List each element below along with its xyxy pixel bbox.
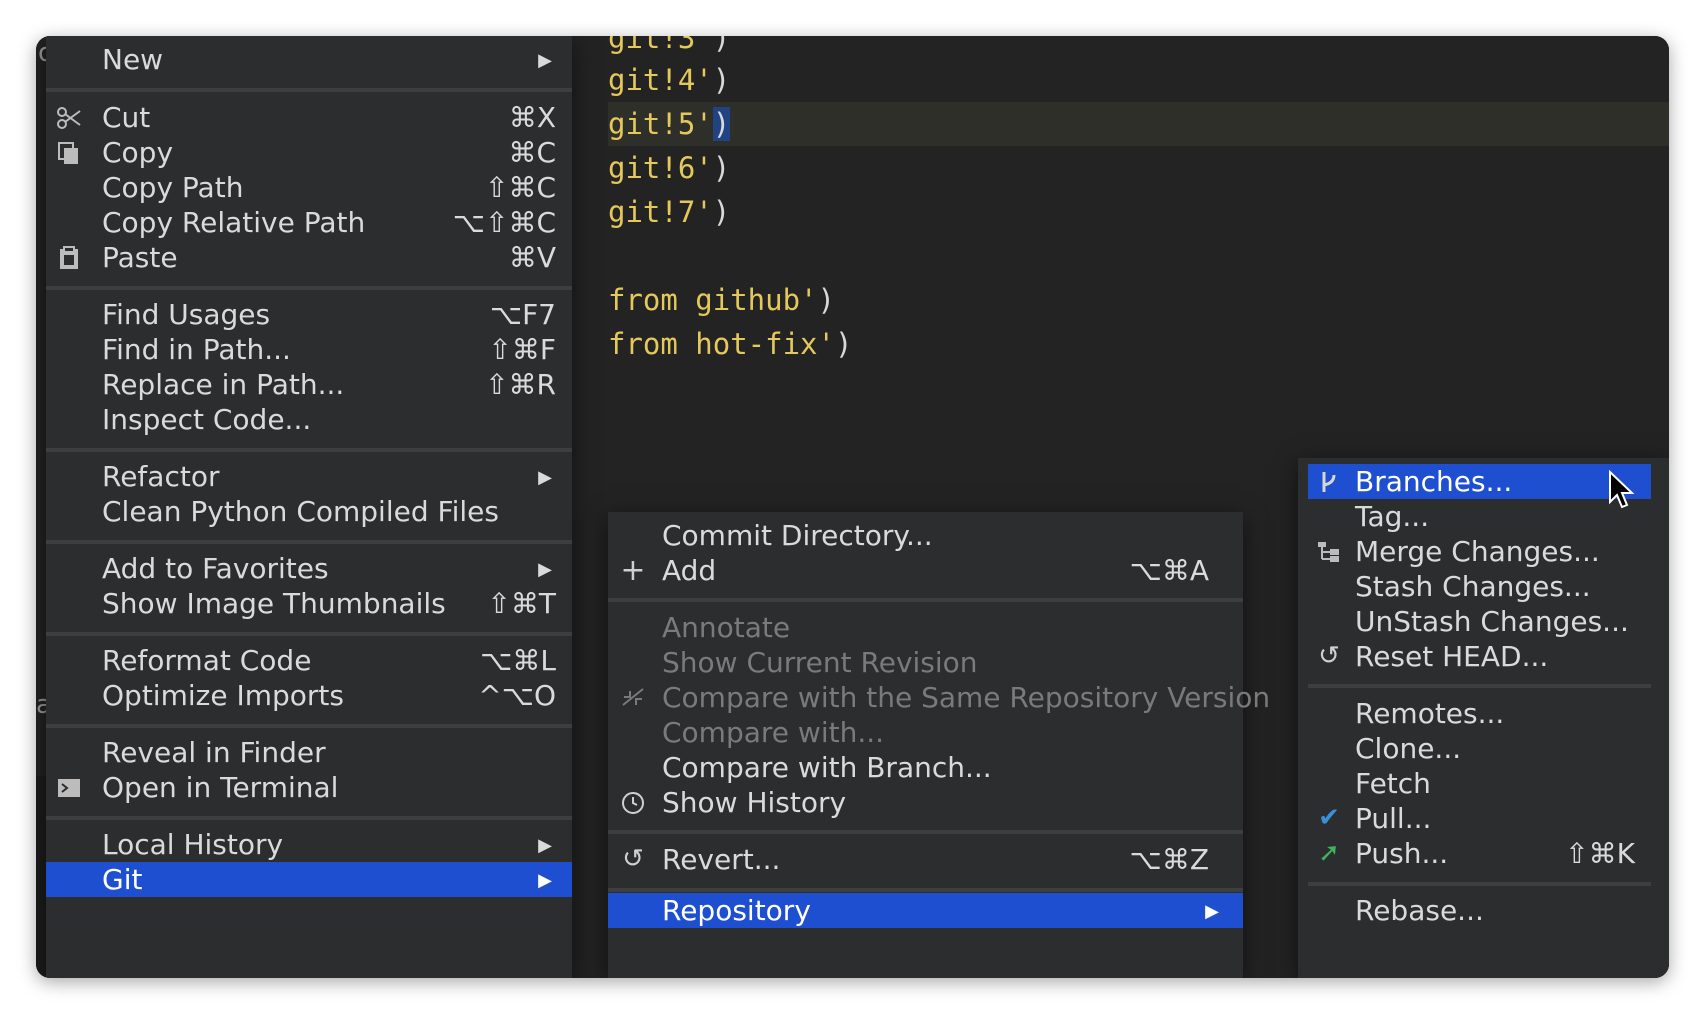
menu-item-remotes[interactable]: Remotes... — [1308, 696, 1651, 731]
code-line[interactable]: git!5') — [608, 102, 731, 146]
menu-separator — [46, 286, 572, 290]
pull-icon: ✔ — [1318, 803, 1340, 833]
menu-item-pull[interactable]: ✔ Pull... — [1308, 801, 1651, 836]
branch-icon — [1316, 464, 1342, 499]
menu-item-rebase[interactable]: Rebase... — [1308, 893, 1651, 928]
push-icon: ➚ — [1318, 838, 1340, 868]
menu-separator — [46, 816, 572, 820]
menu-item-show-current-revision: Show Current Revision — [662, 646, 978, 679]
selected-paren: ) — [712, 107, 731, 141]
menu-item-copy-relative-path[interactable]: Copy Relative Path ⌥⇧⌘C — [46, 205, 572, 240]
scissors-icon — [56, 100, 82, 135]
menu-item-local-history[interactable]: Local History ▶ — [46, 827, 572, 862]
menu-separator — [46, 540, 572, 544]
menu-item-cut[interactable]: Cut ⌘X — [46, 100, 572, 135]
menu-separator — [46, 88, 572, 92]
menu-item-git[interactable]: Git ▶ — [46, 862, 572, 897]
menu-item-copy-path[interactable]: Copy Path ⇧⌘C — [46, 170, 572, 205]
code-line[interactable]: git!3') — [608, 36, 730, 60]
compare-icon — [620, 680, 646, 715]
git-submenu: Commit Directory... + Add ⌥⌘A Annotate Sh… — [608, 512, 1270, 978]
menu-item-reveal-in-finder[interactable]: Reveal in Finder — [46, 735, 572, 770]
submenu-arrow-icon: ▶ — [538, 835, 552, 856]
menu-item-tag[interactable]: Tag... — [1308, 499, 1651, 534]
terminal-icon — [56, 770, 82, 805]
menu-item-unstash-changes[interactable]: UnStash Changes... — [1308, 604, 1651, 639]
menu-separator — [46, 448, 572, 452]
menu-item-reset-head[interactable]: ↺ Reset HEAD... — [1308, 639, 1651, 674]
menu-separator — [46, 632, 572, 636]
submenu-arrow-icon: ▶ — [1205, 901, 1219, 922]
code-line[interactable]: from github') — [608, 278, 835, 322]
repository-submenu: Branches... Tag... Merge Changes... Stas… — [1298, 458, 1669, 978]
menu-item-annotate: Annotate — [662, 611, 791, 644]
menu-item-repository[interactable]: Repository ▶ — [608, 893, 1243, 928]
current-line-highlight — [608, 102, 1669, 146]
clock-icon — [620, 785, 646, 820]
menu-item-push[interactable]: ➚ Push... ⇧⌘K — [1308, 836, 1651, 871]
menu-separator — [608, 888, 1243, 892]
merge-icon — [1316, 534, 1342, 569]
menu-separator — [608, 598, 1243, 602]
menu-separator — [1308, 684, 1651, 688]
menu-item-open-in-terminal[interactable]: Open in Terminal — [46, 770, 572, 805]
menu-item-merge-changes[interactable]: Merge Changes... — [1308, 534, 1651, 569]
menu-item-branches[interactable]: Branches... — [1308, 464, 1651, 499]
menu-item-compare-same-repo: Compare with the Same Repository Version — [608, 680, 1270, 715]
menu-item-show-image-thumbnails[interactable]: Show Image Thumbnails ⇧⌘T — [46, 586, 572, 621]
menu-item-compare-with: Compare with... — [662, 716, 885, 749]
ide-window: ol a git!3') git!4') git!5') git!6') git… — [36, 36, 1669, 978]
menu-item-stash-changes[interactable]: Stash Changes... — [1308, 569, 1651, 604]
code-line[interactable]: from hot-fix') — [608, 322, 852, 366]
clipboard-icon — [56, 240, 82, 275]
menu-item-commit-directory[interactable]: Commit Directory... — [608, 518, 1243, 553]
menu-item-show-history[interactable]: Show History — [608, 785, 1243, 820]
menu-separator — [1308, 882, 1651, 886]
project-context-menu: New ▶ Cut ⌘X Copy ⌘C Copy Path ⇧⌘C Copy Rela… — [46, 36, 572, 978]
mouse-pointer-icon — [1609, 470, 1635, 509]
menu-item-find-in-path[interactable]: Find in Path... ⇧⌘F — [46, 332, 572, 367]
menu-item-reformat-code[interactable]: Reformat Code ⌥⌘L — [46, 643, 572, 678]
menu-separator — [46, 724, 572, 728]
menu-item-add[interactable]: + Add ⌥⌘A — [608, 553, 1243, 588]
submenu-arrow-icon: ▶ — [538, 559, 552, 580]
submenu-arrow-icon: ▶ — [538, 467, 552, 488]
code-line[interactable]: git!4') — [608, 58, 730, 102]
menu-item-fetch[interactable]: Fetch — [1308, 766, 1651, 801]
menu-item-revert[interactable]: ↺ Revert... ⌥⌘Z — [608, 842, 1243, 877]
menu-item-paste[interactable]: Paste ⌘V — [46, 240, 572, 275]
menu-separator — [608, 830, 1243, 834]
menu-item-copy[interactable]: Copy ⌘C — [46, 135, 572, 170]
menu-item-refactor[interactable]: Refactor ▶ — [46, 459, 572, 494]
revert-icon: ↺ — [622, 844, 644, 874]
menu-item-inspect-code[interactable]: Inspect Code... — [46, 402, 572, 437]
copy-icon — [56, 135, 82, 170]
reset-icon: ↺ — [1318, 641, 1340, 671]
menu-item-compare-with-branch[interactable]: Compare with Branch... — [608, 750, 1243, 785]
menu-item-optimize-imports[interactable]: Optimize Imports ^⌥O — [46, 678, 572, 713]
menu-item-add-to-favorites[interactable]: Add to Favorites ▶ — [46, 551, 572, 586]
submenu-arrow-icon: ▶ — [538, 50, 552, 71]
plus-icon: + — [620, 553, 646, 588]
code-line[interactable]: git!6') — [608, 146, 730, 190]
menu-item-clone[interactable]: Clone... — [1308, 731, 1651, 766]
code-line[interactable]: git!7') — [608, 190, 730, 234]
menu-item-find-usages[interactable]: Find Usages ⌥F7 — [46, 297, 572, 332]
menu-item-replace-in-path[interactable]: Replace in Path... ⇧⌘R — [46, 367, 572, 402]
menu-item-clean-python-compiled[interactable]: Clean Python Compiled Files — [46, 494, 572, 529]
submenu-arrow-icon: ▶ — [538, 870, 552, 891]
menu-item-new[interactable]: New ▶ — [46, 42, 572, 77]
